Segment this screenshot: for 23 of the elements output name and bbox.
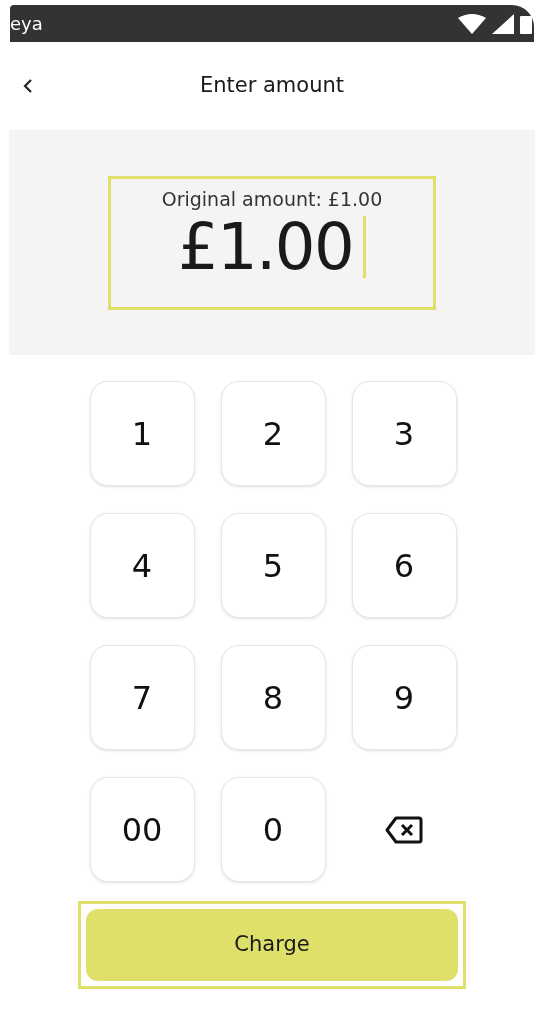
- amount-field[interactable]: Original amount: £1.00 £1.00: [108, 175, 436, 310]
- keypad-key[interactable]: 6: [351, 513, 457, 618]
- signal-icon: [492, 13, 514, 34]
- amount-value: £1.00: [177, 215, 354, 279]
- keypad-key[interactable]: 3: [351, 381, 457, 486]
- keypad-key[interactable]: 4: [89, 513, 195, 618]
- screen-title: Enter amount: [199, 72, 345, 100]
- keypad-key[interactable]: 00: [89, 777, 195, 882]
- keypad-key[interactable]: 0: [220, 777, 326, 882]
- keypad-key[interactable]: 2: [220, 381, 326, 486]
- back-icon: [23, 78, 33, 94]
- backspace-icon: [385, 815, 423, 844]
- original-amount: Original amount: £1.00: [161, 186, 383, 212]
- charge-button[interactable]: Charge: [86, 909, 458, 981]
- keypad-key[interactable]: 8: [220, 645, 326, 750]
- text-cursor: [363, 216, 367, 278]
- wifi-icon: [458, 13, 486, 34]
- keypad-key[interactable]: 7: [89, 645, 195, 750]
- keypad-key[interactable]: 5: [220, 513, 326, 618]
- keypad-key[interactable]: 1: [89, 381, 195, 486]
- battery-icon: [520, 13, 532, 34]
- carrier-name: eya: [10, 14, 43, 33]
- keypad-key[interactable]: 9: [351, 645, 457, 750]
